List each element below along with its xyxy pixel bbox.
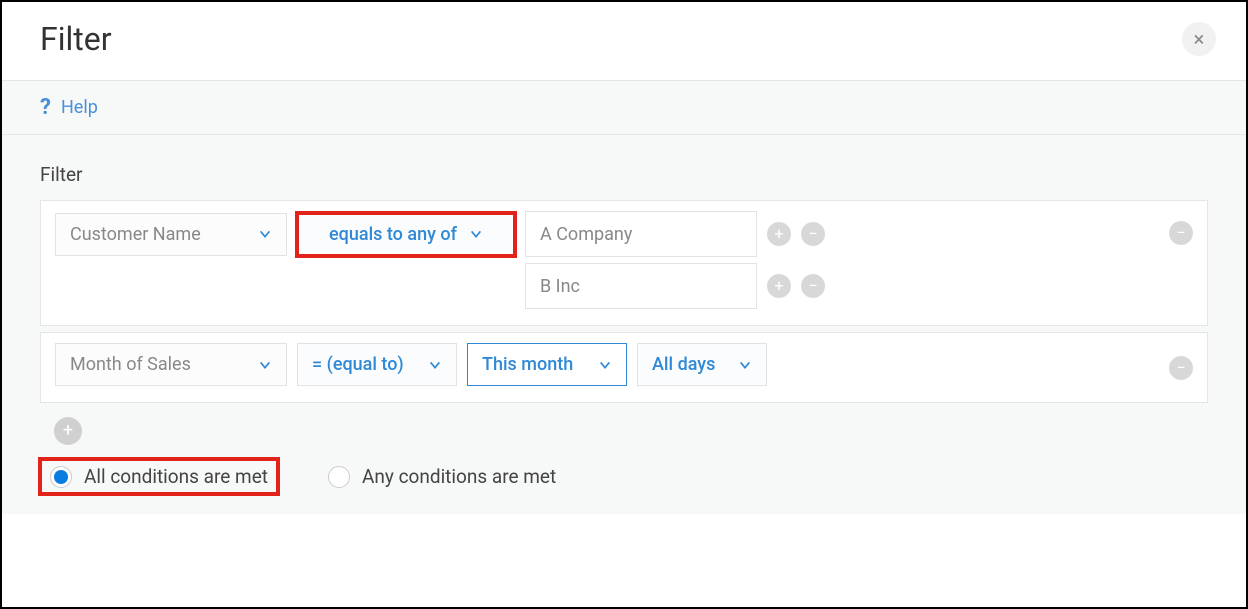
condition-row: Customer Name equals to any of A Company… xyxy=(55,211,1193,257)
period-select-label: This month xyxy=(482,354,573,375)
help-icon: ? xyxy=(40,95,51,120)
add-condition-row: + xyxy=(40,409,1208,449)
radio-label: Any conditions are met xyxy=(362,465,556,488)
chevron-down-icon xyxy=(258,358,272,372)
field-select[interactable]: Month of Sales xyxy=(55,343,287,386)
dialog-title: Filter xyxy=(40,20,112,58)
filter-section-label: Filter xyxy=(40,163,1208,186)
days-select-label: All days xyxy=(652,354,715,375)
chevron-down-icon xyxy=(469,227,483,241)
chevron-down-icon xyxy=(738,358,752,372)
remove-condition-button[interactable]: − xyxy=(1169,221,1193,245)
operator-select[interactable]: equals to any of xyxy=(297,213,515,256)
radio-icon xyxy=(328,466,350,488)
radio-any-conditions[interactable]: Any conditions are met xyxy=(318,459,566,494)
filter-condition-2: Month of Sales = (equal to) This month A… xyxy=(40,332,1208,403)
condition-row: B Inc + − xyxy=(55,263,1193,309)
value-input-2[interactable]: B Inc xyxy=(525,263,757,309)
add-value-button[interactable]: + xyxy=(767,222,791,246)
radio-icon xyxy=(50,466,72,488)
help-label: Help xyxy=(61,97,98,118)
filter-dialog: Filter × ? Help Filter Customer Name equ… xyxy=(0,0,1248,609)
remove-value-button[interactable]: − xyxy=(801,222,825,246)
remove-condition-button[interactable]: − xyxy=(1169,356,1193,380)
operator-select-label: equals to any of xyxy=(329,224,457,245)
close-button[interactable]: × xyxy=(1182,22,1216,56)
close-icon: × xyxy=(1194,27,1205,51)
remove-value-button[interactable]: − xyxy=(801,274,825,298)
radio-all-conditions[interactable]: All conditions are met xyxy=(40,459,278,494)
add-value-button[interactable]: + xyxy=(767,274,791,298)
operator-select-label: = (equal to) xyxy=(312,354,404,375)
chevron-down-icon xyxy=(258,227,272,241)
help-bar[interactable]: ? Help xyxy=(2,80,1246,135)
logic-radio-group: All conditions are met Any conditions ar… xyxy=(40,449,1208,494)
period-select[interactable]: This month xyxy=(467,343,627,386)
days-select[interactable]: All days xyxy=(637,343,767,386)
radio-label: All conditions are met xyxy=(84,465,268,488)
field-select-label: Month of Sales xyxy=(70,354,191,375)
operator-select[interactable]: = (equal to) xyxy=(297,343,457,386)
value-input-1[interactable]: A Company xyxy=(525,211,757,257)
field-select[interactable]: Customer Name xyxy=(55,213,287,256)
dialog-header: Filter × xyxy=(2,2,1246,80)
value-text: B Inc xyxy=(540,276,580,297)
value-text: A Company xyxy=(540,224,632,245)
chevron-down-icon xyxy=(598,358,612,372)
field-select-label: Customer Name xyxy=(70,224,201,245)
chevron-down-icon xyxy=(428,358,442,372)
filter-condition-1: Customer Name equals to any of A Company… xyxy=(40,200,1208,326)
condition-row: Month of Sales = (equal to) This month A… xyxy=(55,343,1193,386)
filter-content: Filter Customer Name equals to any of A … xyxy=(2,135,1246,514)
add-condition-button[interactable]: + xyxy=(54,417,82,445)
